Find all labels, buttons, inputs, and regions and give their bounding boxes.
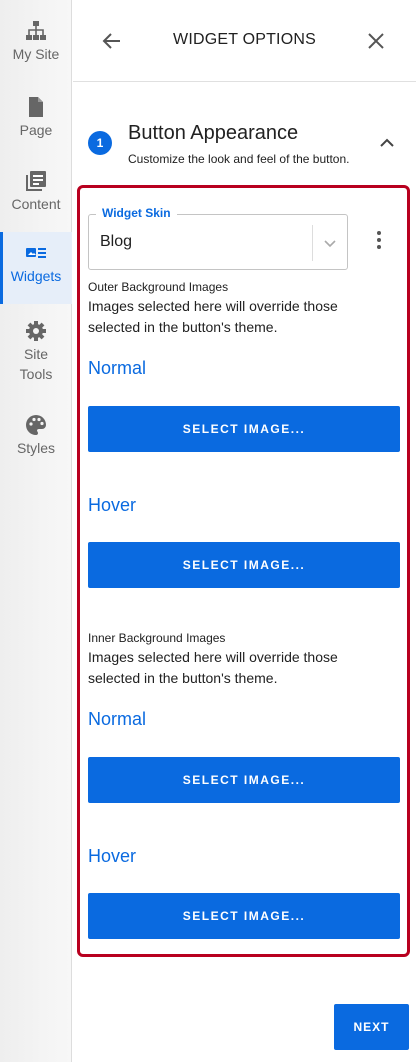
panel-title: WIDGET OPTIONS <box>173 31 316 48</box>
widget-skin-value: Blog <box>100 233 133 250</box>
close-icon[interactable] <box>363 28 389 54</box>
palette-icon <box>25 414 47 436</box>
side-nav-rail: My Site Page Content Widgets Site Tools … <box>0 0 72 1062</box>
outer-normal-select-image-button[interactable]: SELECT IMAGE... <box>88 406 400 452</box>
page-icon <box>25 96 47 118</box>
select-divider <box>312 225 313 261</box>
step-subtitle: Customize the look and feel of the butto… <box>128 152 350 166</box>
nav-item-site-tools[interactable]: Site Tools <box>0 310 72 382</box>
panel-header: WIDGET OPTIONS <box>73 0 416 82</box>
nav-item-content[interactable]: Content <box>0 160 72 232</box>
nav-item-label: Page <box>19 122 53 138</box>
step-title: Button Appearance <box>128 122 299 144</box>
nav-item-my-site[interactable]: My Site <box>0 10 72 82</box>
nav-item-page[interactable]: Page <box>0 86 72 158</box>
content-icon <box>25 170 47 192</box>
widget-skin-label: Widget Skin <box>96 206 177 220</box>
outer-normal-label: Normal <box>88 358 147 378</box>
gear-icon <box>25 320 47 342</box>
inner-normal-select-image-button[interactable]: SELECT IMAGE... <box>88 757 400 803</box>
nav-item-styles[interactable]: Styles <box>0 404 72 476</box>
more-options-icon[interactable] <box>367 228 391 252</box>
outer-hover-label: Hover <box>88 495 137 515</box>
sitemap-icon <box>25 20 47 42</box>
outer-hover-select-image-button[interactable]: SELECT IMAGE... <box>88 542 400 588</box>
inner-normal-label: Normal <box>88 709 147 729</box>
back-arrow-icon[interactable] <box>99 28 125 54</box>
chevron-up-icon[interactable] <box>378 134 396 152</box>
widgets-icon <box>25 242 47 264</box>
next-button[interactable]: NEXT <box>334 1004 409 1050</box>
nav-item-label: Widgets <box>10 268 62 284</box>
widget-options-panel: WIDGET OPTIONS 1 Button Appearance Custo… <box>73 0 416 1062</box>
inner-background-description: Images selected here will override those… <box>88 649 338 686</box>
step-number-badge: 1 <box>88 131 112 155</box>
outer-background-label: Outer Background Images <box>88 280 229 294</box>
inner-hover-select-image-button[interactable]: SELECT IMAGE... <box>88 893 400 939</box>
inner-background-label: Inner Background Images <box>88 631 226 645</box>
nav-item-label: My Site <box>12 46 60 62</box>
inner-hover-label: Hover <box>88 846 137 866</box>
outer-background-description: Images selected here will override those… <box>88 298 338 335</box>
widget-skin-select[interactable]: Blog <box>88 214 348 270</box>
chevron-down-icon <box>320 233 340 253</box>
nav-item-label: Site Tools <box>19 346 53 382</box>
nav-item-widgets[interactable]: Widgets <box>0 232 72 304</box>
nav-item-label: Styles <box>16 440 56 456</box>
nav-item-label: Content <box>11 196 61 212</box>
